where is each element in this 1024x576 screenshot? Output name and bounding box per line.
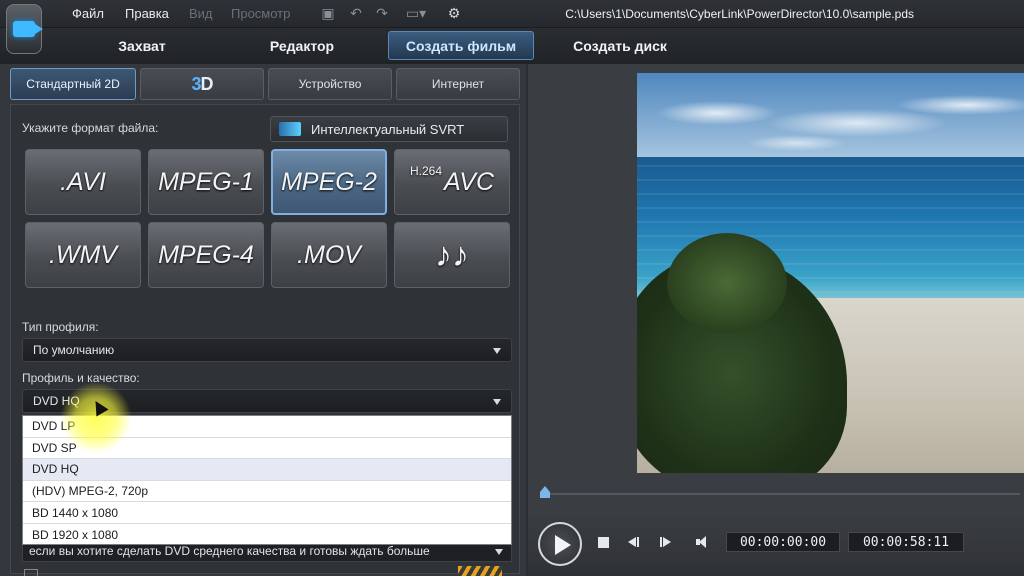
h264-prefix: H.264 [409, 164, 442, 178]
chevron-down-icon [493, 348, 501, 354]
dropdown-option-selected[interactable]: DVD HQ [23, 459, 511, 481]
tab-3d[interactable]: 3D [140, 68, 264, 100]
project-path: C:\Users\1\Documents\CyberLink\PowerDire… [565, 7, 914, 21]
profile-quality-label: Профиль и качество: [22, 371, 140, 385]
menu-bar: Файл Правка Вид Просмотр ▣ ↶ ↷ ▭▾ ⚙ C:\U… [0, 0, 1024, 28]
dropdown-option[interactable]: DVD LP [23, 416, 511, 438]
timeline-track [540, 493, 1020, 495]
format-mpeg4-button[interactable]: MPEG-4 [148, 222, 264, 288]
svrt-button[interactable]: Интеллектуальный SVRT [270, 116, 508, 142]
format-avi-button[interactable]: .AVI [25, 149, 141, 215]
profile-quality-dropdown: DVD LP DVD SP DVD HQ (HDV) MPEG-2, 720p … [22, 415, 512, 545]
svrt-label: Интеллектуальный SVRT [311, 121, 465, 137]
app-logo[interactable] [6, 4, 43, 54]
tab-create-disc[interactable]: Создать диск [560, 31, 680, 60]
svrt-icon [279, 122, 301, 136]
dropdown-option[interactable]: BD 1920 x 1080 [23, 524, 511, 546]
tab-internet[interactable]: Интернет [396, 68, 520, 100]
file-format-label: Укажите формат файла: [22, 121, 159, 135]
chevron-down-icon [493, 399, 501, 405]
play-button[interactable] [538, 522, 582, 566]
menu-edit[interactable]: Правка [125, 6, 169, 21]
profile-type-value: По умолчанию [33, 343, 115, 357]
previous-frame-icon[interactable] [628, 535, 642, 549]
format-wmv-button[interactable]: .WMV [25, 222, 141, 288]
tab-standard-2d[interactable]: Стандартный 2D [10, 68, 136, 100]
save-icon[interactable]: ▣ [320, 5, 336, 21]
next-frame-icon[interactable] [660, 535, 674, 549]
preview-bush-top [667, 233, 787, 333]
timeline-slider[interactable] [534, 484, 1024, 502]
chevron-down-icon [495, 549, 503, 555]
gear-icon[interactable]: ⚙ [446, 5, 462, 21]
video-preview [637, 73, 1024, 473]
tab-editor[interactable]: Редактор [252, 31, 352, 60]
option-checkbox[interactable] [24, 569, 38, 576]
layout-icon[interactable]: ▭▾ [404, 5, 428, 21]
total-time: 00:00:58:11 [848, 532, 964, 552]
menu-view[interactable]: Вид [189, 6, 213, 21]
volume-icon[interactable] [696, 535, 710, 549]
format-avc-button[interactable]: H.264 AVC [394, 149, 510, 215]
tab-3d-digit: 3 [191, 73, 201, 94]
tab-capture[interactable]: Захват [92, 31, 192, 60]
format-mpeg1-button[interactable]: MPEG-1 [148, 149, 264, 215]
profile-type-select[interactable]: По умолчанию [22, 338, 512, 362]
menu-preview[interactable]: Просмотр [231, 6, 290, 21]
undo-icon[interactable]: ↶ [348, 5, 364, 21]
tab-produce[interactable]: Создать фильм [388, 31, 534, 60]
format-audio-button[interactable]: ♪♪ [394, 222, 510, 288]
preview-clouds [637, 83, 1024, 153]
dropdown-option[interactable]: (HDV) MPEG-2, 720p [23, 481, 511, 503]
redo-icon[interactable]: ↷ [374, 5, 390, 21]
tab-3d-letter: D [200, 73, 214, 94]
profile-type-label: Тип профиля: [22, 320, 99, 334]
music-note-icon: ♪♪ [435, 235, 469, 274]
format-avc-label: AVC [444, 167, 495, 196]
dropdown-option[interactable]: BD 1440 x 1080 [23, 502, 511, 524]
profile-quality-value: DVD HQ [33, 394, 80, 408]
profile-description-text: если вы хотите сделать DVD среднего каче… [29, 544, 430, 558]
mode-bar: Захват Редактор Создать фильм Создать ди… [0, 28, 1024, 64]
camera-icon [13, 21, 43, 37]
timeline-thumb[interactable] [540, 486, 550, 498]
menu-file[interactable]: Файл [72, 6, 104, 21]
dropdown-option[interactable]: DVD SP [23, 438, 511, 460]
format-mov-button[interactable]: .MOV [271, 222, 387, 288]
progress-stripe [458, 566, 502, 576]
stop-icon[interactable] [598, 537, 609, 548]
format-mpeg2-button[interactable]: MPEG-2 [271, 149, 387, 215]
current-time: 00:00:00:00 [726, 532, 840, 552]
tab-device[interactable]: Устройство [268, 68, 392, 100]
